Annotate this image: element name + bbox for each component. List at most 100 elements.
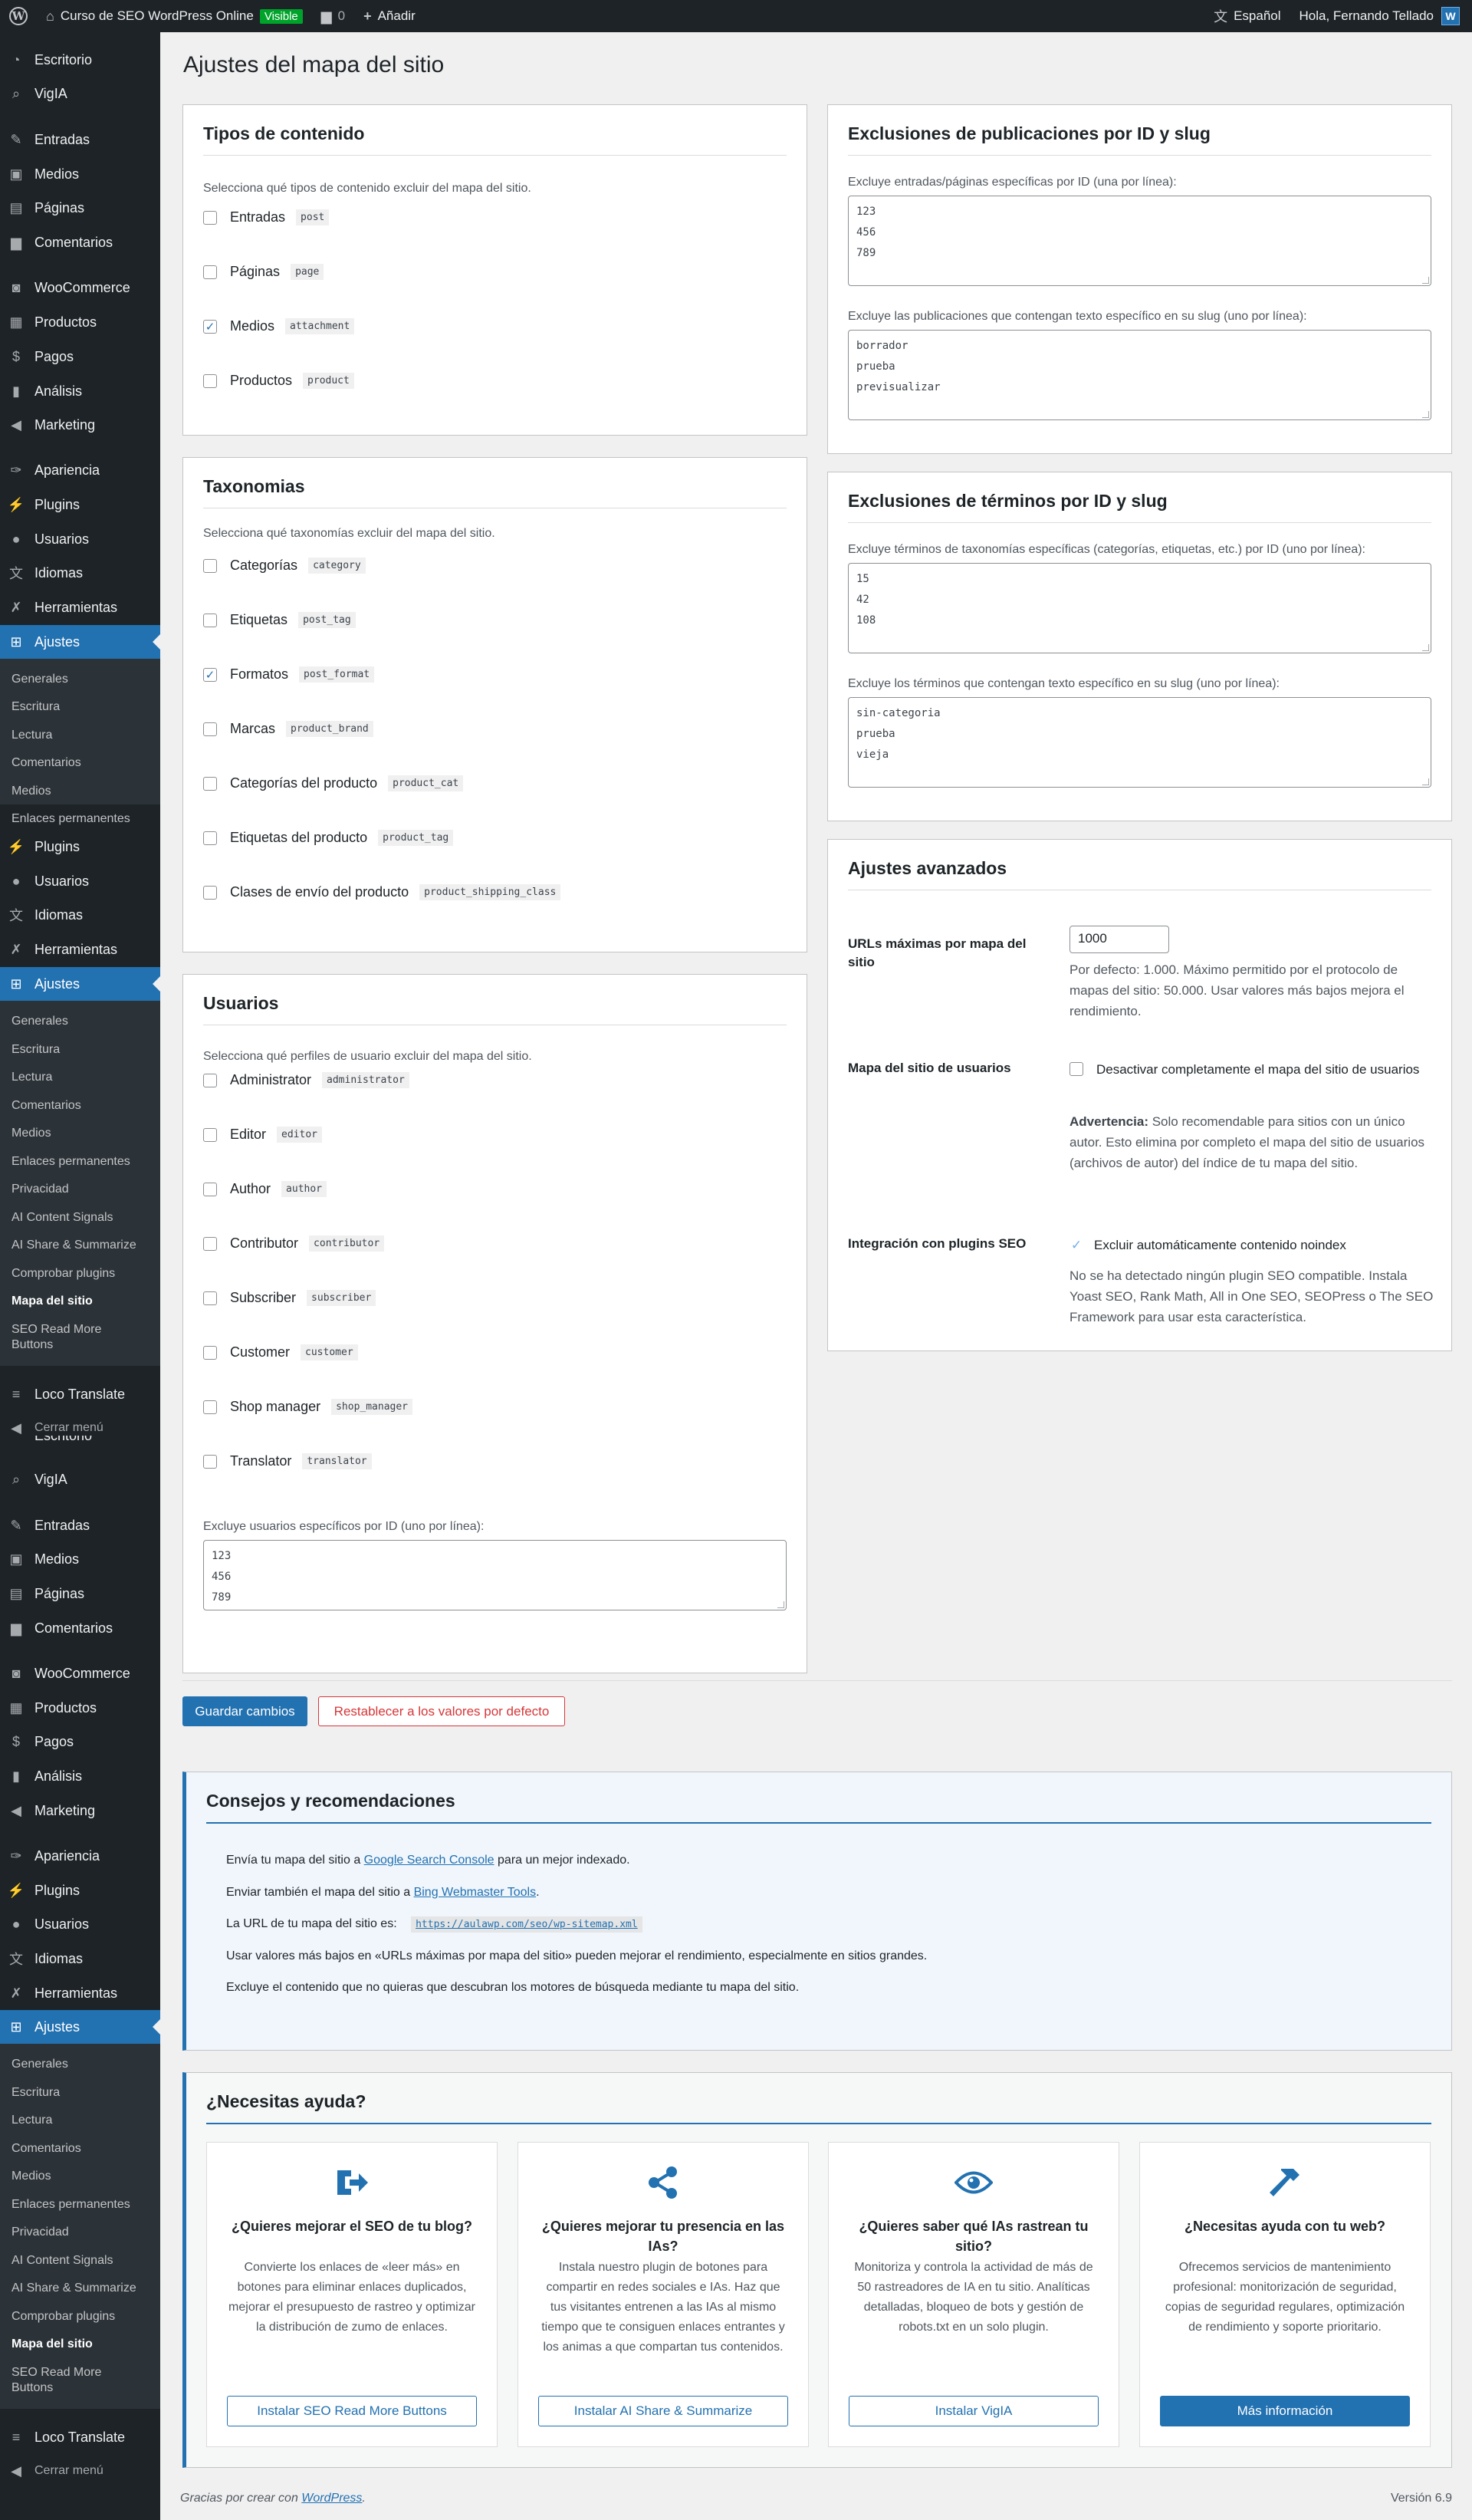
submenu-comentarios-2[interactable]: Comentarios bbox=[0, 1098, 160, 1114]
post-slugs-textarea[interactable]: borrador prueba previsualizar bbox=[848, 330, 1431, 420]
user-role-checkbox[interactable] bbox=[203, 1454, 217, 1469]
submenu-medios-2[interactable]: Medios bbox=[0, 1126, 160, 1141]
submenu-medios-3[interactable]: Medios bbox=[0, 2169, 160, 2184]
user-role-option-translator[interactable]: Translator translator bbox=[203, 1453, 372, 1469]
sidebar-item-loco-3[interactable]: ≡ Loco Translate bbox=[0, 2420, 160, 2454]
more-info-button[interactable]: Más información bbox=[1160, 2396, 1410, 2426]
submenu-privacidad-3[interactable]: Privacidad bbox=[0, 2225, 160, 2240]
install-seo-read-more-button[interactable]: Instalar SEO Read More Buttons bbox=[227, 2396, 477, 2426]
sidebar-item-herramientas-3[interactable]: ✗ Herramientas bbox=[0, 1976, 160, 2010]
user-role-checkbox[interactable] bbox=[203, 1345, 217, 1360]
install-ai-share-button[interactable]: Instalar AI Share & Summarize bbox=[538, 2396, 788, 2426]
my-account-menu[interactable]: Hola, Fernando Tellado W bbox=[1290, 0, 1472, 32]
term-ids-textarea[interactable]: 15 42 108 bbox=[848, 563, 1431, 653]
max-urls-input[interactable]: 1000 bbox=[1070, 926, 1169, 953]
sidebar-item-plugins-2[interactable]: ⚡ Plugins bbox=[0, 830, 160, 864]
submenu-comprobar[interactable]: Comprobar plugins bbox=[0, 1266, 160, 1281]
site-name-link[interactable]: ⌂ Curso de SEO WordPress Online Visible bbox=[37, 0, 312, 32]
sidebar-item-loco[interactable]: ≡ Loco Translate bbox=[0, 1377, 160, 1411]
sidebar-item-usuarios-3[interactable]: ● Usuarios bbox=[0, 1907, 160, 1941]
sidebar-item-productos-3[interactable]: ▦ Productos bbox=[0, 1691, 160, 1725]
sidebar-item-ajustes-2[interactable]: ⊞ Ajustes bbox=[0, 967, 160, 1001]
sidebar-item-herramientas[interactable]: ✗ Herramientas bbox=[0, 591, 160, 624]
taxonomy-option-category[interactable]: Categorías category bbox=[203, 558, 366, 574]
wordpress-logo-menu[interactable]: W bbox=[0, 0, 37, 32]
sidebar-item-apariencia[interactable]: ✑ Apariencia bbox=[0, 453, 160, 487]
add-new-link[interactable]: + Añadir bbox=[354, 0, 425, 32]
user-role-checkbox[interactable] bbox=[203, 1182, 217, 1196]
sidebar-item-vigia[interactable]: ⌕ VigIA bbox=[0, 77, 160, 110]
sidebar-item-marketing[interactable]: ◀ Marketing bbox=[0, 408, 160, 442]
content-type-option-page[interactable]: Páginas page bbox=[203, 264, 324, 280]
submenu-comentarios[interactable]: Comentarios bbox=[0, 755, 160, 771]
sidebar-item-usuarios-2[interactable]: ● Usuarios bbox=[0, 864, 160, 898]
taxonomy-checkbox[interactable] bbox=[203, 885, 217, 900]
google-search-console-link[interactable]: Google Search Console bbox=[364, 1854, 495, 1867]
user-role-option-contributor[interactable]: Contributor contributor bbox=[203, 1235, 385, 1252]
user-role-option-editor[interactable]: Editor editor bbox=[203, 1127, 322, 1143]
sidebar-item-escritorio-partial[interactable]: Escritorio bbox=[0, 1436, 160, 1451]
taxonomy-checkbox[interactable] bbox=[203, 776, 217, 791]
submenu-privacidad[interactable]: Privacidad bbox=[0, 1182, 160, 1197]
seo-integration-option[interactable]: ✓ Excluir automáticamente contenido noin… bbox=[1070, 1235, 1438, 1255]
submenu-ai-signals-3[interactable]: AI Content Signals bbox=[0, 2253, 160, 2268]
sidebar-item-productos[interactable]: ▦ Productos bbox=[0, 305, 160, 339]
submenu-escritura-3[interactable]: Escritura bbox=[0, 2085, 160, 2101]
sidebar-item-apariencia-3[interactable]: ✑ Apariencia bbox=[0, 1839, 160, 1873]
install-vigia-button[interactable]: Instalar VigIA bbox=[849, 2396, 1099, 2426]
bing-webmaster-link[interactable]: Bing Webmaster Tools bbox=[414, 1886, 536, 1899]
taxonomy-option-product-cat[interactable]: Categorías del producto product_cat bbox=[203, 775, 464, 791]
sidebar-item-comentarios-3[interactable]: ▆ Comentarios bbox=[0, 1611, 160, 1645]
sidebar-item-plugins[interactable]: ⚡ Plugins bbox=[0, 488, 160, 521]
taxonomy-checkbox[interactable]: ✓ bbox=[203, 667, 217, 682]
sidebar-item-woocommerce-3[interactable]: ◙ WooCommerce bbox=[0, 1656, 160, 1690]
user-role-option-customer[interactable]: Customer customer bbox=[203, 1344, 358, 1360]
sidebar-item-vigia-3[interactable]: ⌕ VigIA bbox=[0, 1462, 160, 1496]
user-role-checkbox[interactable] bbox=[203, 1236, 217, 1251]
user-role-option-author[interactable]: Author author bbox=[203, 1181, 327, 1197]
user-role-checkbox[interactable] bbox=[203, 1400, 217, 1414]
sidebar-item-entradas-3[interactable]: ✎ Entradas bbox=[0, 1508, 160, 1542]
submenu-comentarios-3[interactable]: Comentarios bbox=[0, 2141, 160, 2156]
sidebar-item-medios-3[interactable]: ▣ Medios bbox=[0, 1542, 160, 1576]
submenu-ai-share-3[interactable]: AI Share & Summarize bbox=[0, 2281, 160, 2296]
sidebar-item-analisis-3[interactable]: ▮ Análisis bbox=[0, 1759, 160, 1793]
users-exclude-textarea[interactable]: 123 456 789 bbox=[203, 1540, 787, 1610]
content-type-checkbox[interactable] bbox=[203, 265, 217, 279]
submenu-seo-read-more[interactable]: SEO Read More Buttons bbox=[0, 1322, 160, 1353]
sidebar-item-idiomas-3[interactable]: 文 Idiomas bbox=[0, 1942, 160, 1976]
content-type-checkbox[interactable] bbox=[203, 210, 217, 225]
language-switcher[interactable]: 文 Español bbox=[1204, 0, 1290, 32]
submenu-enlaces-2[interactable]: Enlaces permanentes bbox=[0, 1154, 160, 1170]
sidebar-item-comentarios[interactable]: ▆ Comentarios bbox=[0, 225, 160, 259]
submenu-medios[interactable]: Medios bbox=[0, 784, 160, 799]
user-role-option-administrator[interactable]: Administrator administrator bbox=[203, 1072, 409, 1088]
submenu-generales-2[interactable]: Generales bbox=[0, 1014, 160, 1029]
submenu-mapa-3[interactable]: Mapa del sitio bbox=[0, 2337, 160, 2352]
sidebar-item-woocommerce[interactable]: ◙ WooCommerce bbox=[0, 271, 160, 304]
sidebar-item-ajustes-3[interactable]: ⊞ Ajustes bbox=[0, 2010, 160, 2044]
comments-link[interactable]: ▆ 0 bbox=[312, 0, 354, 32]
sidebar-item-paginas-3[interactable]: ▤ Páginas bbox=[0, 1577, 160, 1610]
taxonomy-option-post-format[interactable]: ✓ Formatos post_format bbox=[203, 666, 375, 683]
sidebar-item-ajustes[interactable]: ⊞ Ajustes bbox=[0, 625, 160, 659]
taxonomy-option-product-shipping-class[interactable]: Clases de envío del producto product_ship… bbox=[203, 884, 561, 900]
sidebar-item-pagos[interactable]: $ Pagos bbox=[0, 340, 160, 373]
taxonomy-checkbox[interactable] bbox=[203, 613, 217, 627]
user-role-checkbox[interactable] bbox=[203, 1127, 217, 1142]
user-sitemap-option[interactable]: Desactivar completamente el mapa del sit… bbox=[1070, 1059, 1438, 1080]
sidebar-item-usuarios[interactable]: ● Usuarios bbox=[0, 522, 160, 556]
submenu-enlaces-3[interactable]: Enlaces permanentes bbox=[0, 2197, 160, 2212]
user-role-checkbox[interactable] bbox=[203, 1291, 217, 1305]
submenu-escritura[interactable]: Escritura bbox=[0, 699, 160, 715]
sidebar-item-herramientas-2[interactable]: ✗ Herramientas bbox=[0, 933, 160, 966]
submenu-lectura-3[interactable]: Lectura bbox=[0, 2113, 160, 2128]
content-type-checkbox[interactable]: ✓ bbox=[203, 319, 217, 334]
content-type-option-post[interactable]: Entradas post bbox=[203, 209, 330, 225]
content-type-option-product[interactable]: Productos product bbox=[203, 373, 354, 389]
submenu-lectura-2[interactable]: Lectura bbox=[0, 1070, 160, 1085]
post-ids-textarea[interactable]: 123 456 789 bbox=[848, 196, 1431, 286]
submenu-seo-read-more-3[interactable]: SEO Read More Buttons bbox=[0, 2365, 160, 2396]
sidebar-item-medios[interactable]: ▣ Medios bbox=[0, 157, 160, 191]
submenu-mapa[interactable]: Mapa del sitio bbox=[0, 1294, 160, 1309]
